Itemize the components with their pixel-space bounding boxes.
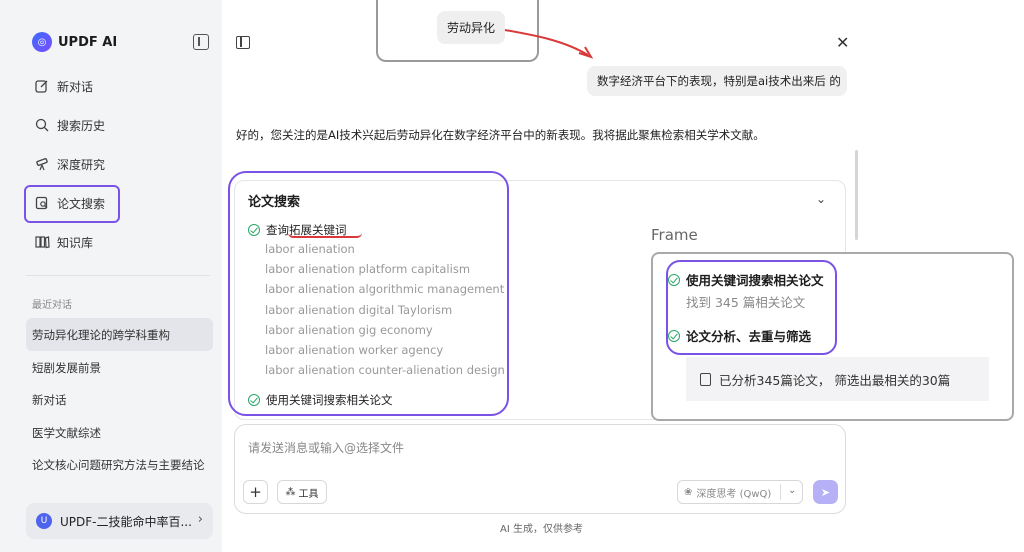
sidebar-item-search-history[interactable]: 搜索历史 (34, 117, 105, 134)
recent-item[interactable]: 劳动异化理论的跨学科重构 (32, 327, 170, 343)
recent-item[interactable]: 短剧发展前景 (32, 360, 101, 376)
recent-item[interactable]: 医学文献综述 (32, 425, 101, 441)
recent-item[interactable]: 新对话 (32, 392, 67, 408)
send-button[interactable]: ➤ (813, 480, 838, 504)
user-message-bubble: 数字经济平台下的表现，特别是ai技术出来后 的 (587, 66, 847, 96)
chevron-down-icon: ⌄ (788, 485, 797, 496)
paper-search-highlight-annotation (24, 185, 120, 223)
analysis-result-text: 已分析345篇论文， 筛选出最相关的30篇 (719, 372, 951, 388)
search-steps-highlight-annotation (228, 171, 509, 416)
model-label: 深度思考 (QwQ) (696, 488, 772, 500)
sidebar-item-new-chat[interactable]: 新对话 (34, 78, 93, 95)
model-select[interactable]: ❀ 深度思考 (QwQ) ⌄ (677, 480, 803, 504)
ai-reply-text: 好的，您关注的是AI技术兴起后劳动异化在数字经济平台中的新表现。我将据此聚焦检索… (236, 128, 765, 142)
frame-steps-highlight-annotation (666, 260, 837, 355)
sidebar-item-deep-research[interactable]: 深度研究 (34, 156, 105, 173)
annotation-bubble: 劳动异化 (437, 11, 505, 44)
library-icon (34, 235, 50, 251)
add-attachment-button[interactable]: + (243, 480, 268, 504)
close-icon[interactable]: ✕ (836, 33, 849, 52)
recent-item[interactable]: 论文核心问题研究方法与主要结论 (32, 457, 205, 473)
model-select-divider (780, 484, 781, 500)
updf-logo-icon: ◎ (32, 32, 52, 52)
chevron-down-icon[interactable]: ⌄ (816, 192, 826, 206)
model-icon: ❀ (684, 486, 693, 498)
nav-label: 知识库 (57, 236, 94, 250)
app-name: UPDF AI (58, 34, 118, 50)
frame-label: Frame (651, 226, 698, 244)
message-input-placeholder[interactable]: 请发送消息或输入@选择文件 (248, 439, 404, 456)
ai-disclaimer: AI 生成，仅供参考 (500, 524, 583, 535)
user-avatar: U (36, 513, 52, 529)
tools-icon: ⁂ (285, 486, 296, 498)
nav-label: 搜索历史 (57, 119, 106, 133)
tools-button[interactable]: ⁂ 工具 (277, 480, 327, 504)
app-logo[interactable]: ◎ UPDF AI (32, 32, 117, 52)
search-icon (34, 118, 50, 134)
nav-label: 深度研究 (57, 158, 106, 172)
tools-label: 工具 (298, 488, 319, 500)
nav-label: 新对话 (57, 80, 94, 94)
scrollbar[interactable] (855, 150, 858, 240)
collapse-sidebar-icon[interactable] (193, 34, 209, 50)
user-name: UPDF-二技能命中率百... (60, 514, 192, 529)
chevron-right-icon: › (197, 512, 203, 527)
sidebar-item-knowledge-base[interactable]: 知识库 (34, 234, 93, 251)
toggle-panel-icon[interactable] (236, 36, 250, 49)
edit-icon (34, 79, 50, 95)
red-arrow-annotation (504, 29, 594, 59)
recent-chats-label: 最近对话 (32, 300, 72, 311)
document-icon (700, 372, 711, 386)
sidebar-divider (26, 275, 210, 276)
user-account-card[interactable]: U UPDF-二技能命中率百... › (26, 503, 213, 539)
telescope-icon (34, 157, 50, 173)
analysis-result: 已分析345篇论文， 筛选出最相关的30篇 (686, 357, 989, 401)
